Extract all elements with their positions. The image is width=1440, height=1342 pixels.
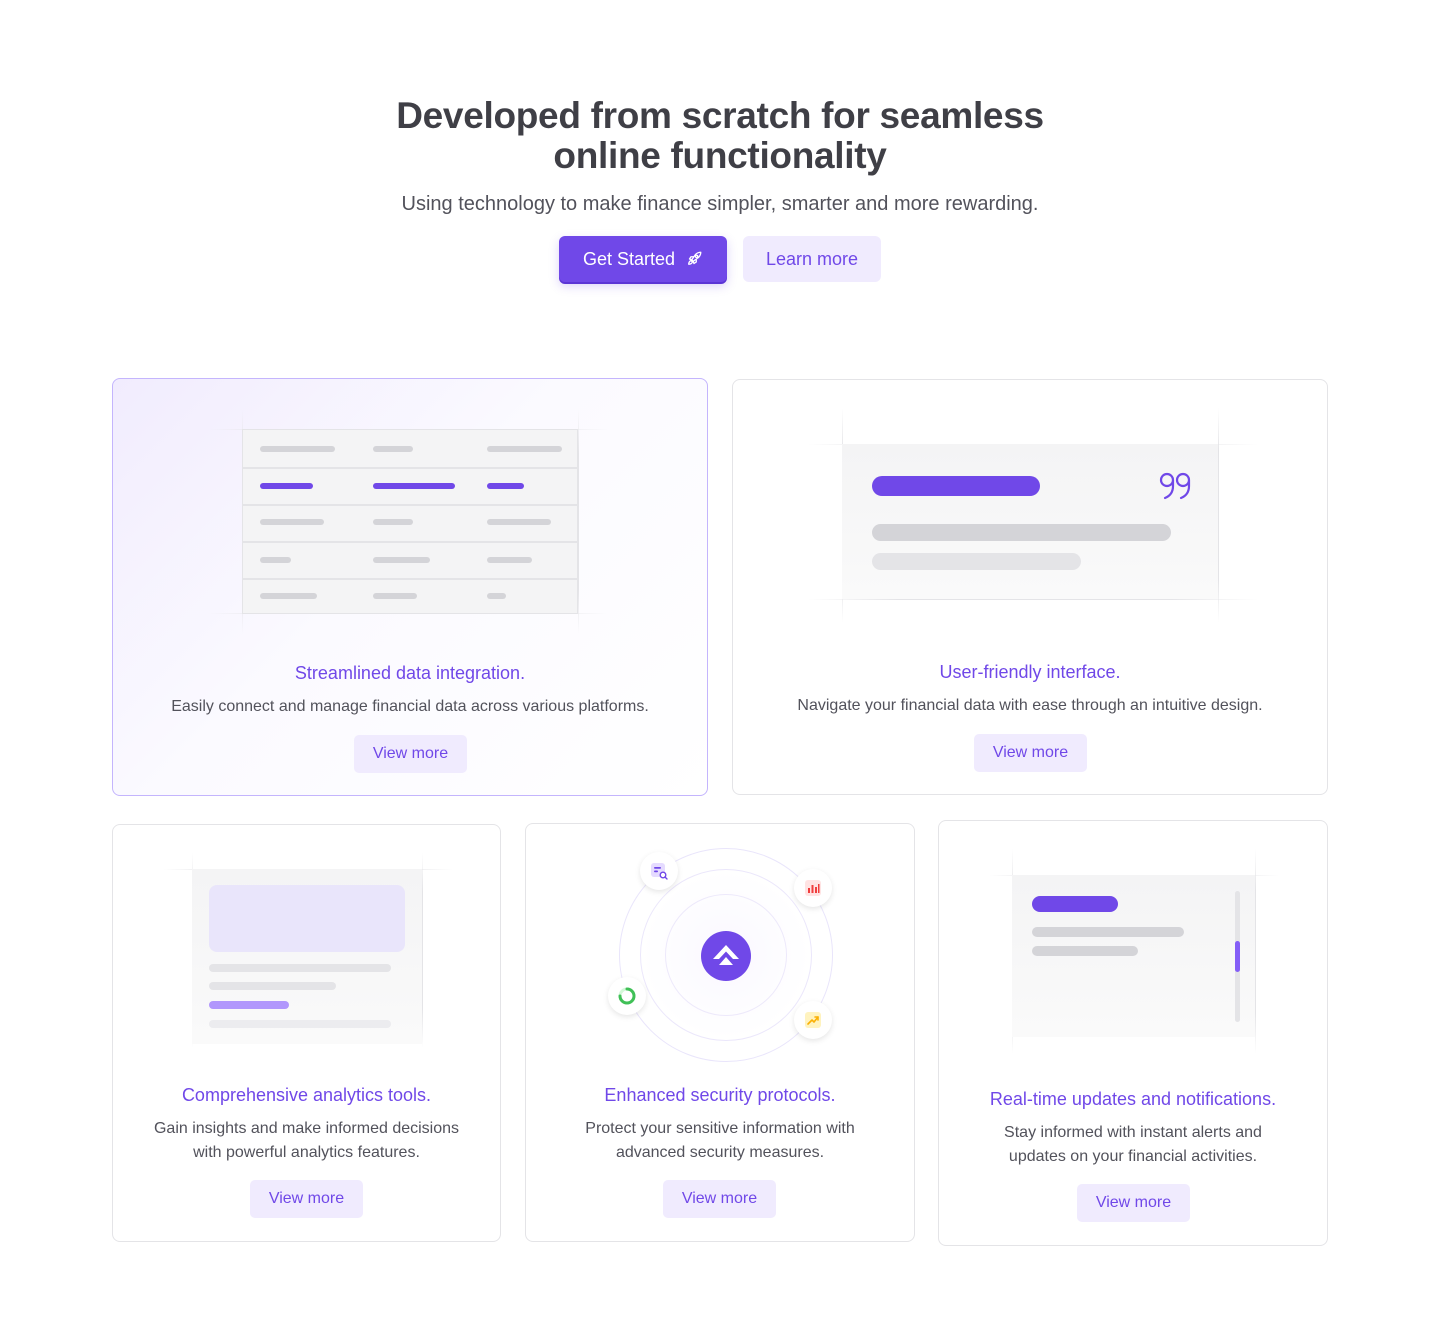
card-description: Protect your sensitive information with … [585, 1120, 855, 1161]
feature-card-realtime[interactable]: Real-time updates and notifications. Sta… [938, 820, 1328, 1246]
brand-logo-icon [701, 931, 751, 981]
bar-chart-icon [794, 869, 832, 907]
trend-up-icon [794, 1001, 832, 1039]
card-title: Streamlined data integration. [294, 663, 526, 683]
view-more-button[interactable]: View more [663, 1180, 776, 1218]
feature-card-security[interactable]: Enhanced security protocols. Protect you… [525, 823, 915, 1242]
get-started-button[interactable]: Get Started [559, 236, 727, 282]
get-started-label: Get Started [582, 248, 676, 269]
view-more-button[interactable]: View more [250, 1180, 363, 1218]
scrollbar [1235, 891, 1240, 1022]
pie-chart-icon [608, 977, 646, 1015]
card-title: Enhanced security protocols. [604, 1085, 836, 1105]
card-description: Easily connect and manage financial data… [171, 698, 649, 715]
card-description: Navigate your financial data with ease t… [797, 697, 1263, 714]
feature-card-data-integration[interactable]: Streamlined data integration. Easily con… [112, 378, 708, 796]
view-more-button[interactable]: View more [1077, 1184, 1190, 1222]
view-more-button[interactable]: View more [354, 735, 467, 773]
hero-subtitle: Using technology to make finance simpler… [401, 193, 1039, 215]
learn-more-button[interactable]: Learn more [743, 236, 881, 282]
card-description: Stay informed with instant alerts and up… [1004, 1124, 1262, 1165]
hero-title-line2: online functionality [553, 135, 887, 176]
view-more-button[interactable]: View more [974, 734, 1087, 772]
feature-card-analytics[interactable]: Comprehensive analytics tools. Gain insi… [112, 824, 501, 1242]
quote-icon [1159, 472, 1191, 500]
rocket-icon [688, 251, 702, 265]
card-title: User-friendly interface. [939, 662, 1121, 682]
card-description: Gain insights and make informed decision… [153, 1120, 460, 1161]
hero-title-line1: Developed from scratch for seamless [396, 95, 1044, 136]
card-title: Real-time updates and notifications. [989, 1089, 1277, 1109]
feature-card-user-friendly[interactable]: User-friendly interface. Navigate your f… [732, 379, 1328, 795]
card-title: Comprehensive analytics tools. [181, 1085, 432, 1105]
search-doc-icon [640, 852, 678, 890]
hero-title: Developed from scratch for seamless onli… [0, 96, 1440, 176]
